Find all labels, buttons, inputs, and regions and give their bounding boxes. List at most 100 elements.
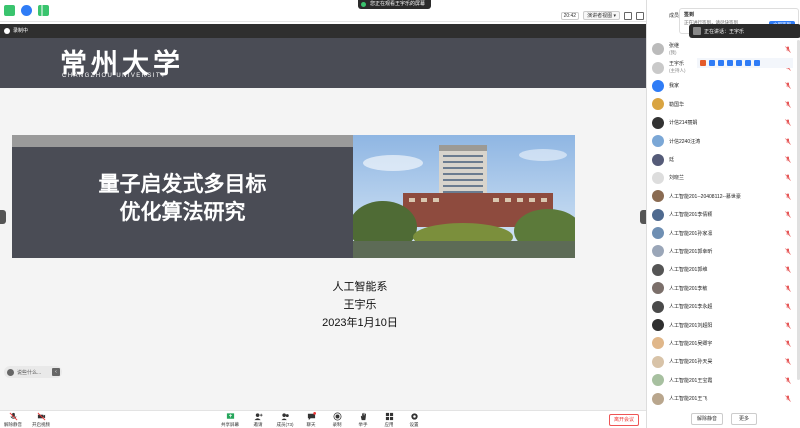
participant-row[interactable]: 人工智能201李倩颖	[647, 206, 800, 224]
raise-hand-label: 举手	[358, 422, 368, 427]
participant-role: (主持人)	[669, 68, 686, 74]
members-button[interactable]: 成员(73)	[272, 412, 298, 428]
muted-mic-icon[interactable]	[785, 174, 791, 182]
participant-row[interactable]: 张继 (我)	[647, 40, 800, 58]
participant-list[interactable]: 张继 (我) 王宇乐 (主持人) 我家 勒国华 计信214丽娟 计信2240汪涛廷刘晓兰 人工智…	[647, 40, 800, 408]
top-left-icons	[4, 5, 49, 16]
left-collapse-handle[interactable]	[0, 210, 6, 224]
participant-name: 廷	[669, 157, 675, 164]
chat-button[interactable]: 聊天	[298, 412, 324, 428]
participant-row[interactable]: 刘晓兰	[647, 169, 800, 187]
chat-label: 聊天	[306, 422, 316, 427]
security-shield-icon[interactable]	[21, 5, 32, 16]
meeting-info-icon[interactable]	[4, 5, 15, 16]
signal-icon[interactable]	[38, 5, 49, 16]
view-switch-button[interactable]: 演讲者视图 ▾	[583, 11, 620, 20]
ime-logo-icon[interactable]	[700, 60, 706, 66]
window-mode-icon[interactable]	[624, 11, 632, 20]
participant-row[interactable]: 计信2240汪涛	[647, 132, 800, 150]
participant-row[interactable]: 人工智能201郭维	[647, 261, 800, 279]
muted-mic-icon[interactable]	[785, 340, 791, 347]
muted-mic-icon[interactable]	[785, 285, 791, 292]
muted-mic-icon[interactable]	[785, 377, 791, 384]
top-right-controls: 20:42 演讲者视图 ▾	[560, 11, 644, 20]
participant-avatar	[652, 98, 664, 111]
ime-punctuation-icon[interactable]	[718, 60, 724, 66]
unmute-button[interactable]: 解除静音	[0, 412, 26, 428]
participant-name: 张继	[669, 43, 680, 49]
participant-row[interactable]: 勒国华	[647, 95, 800, 113]
unmute-all-button[interactable]: 解除静音	[691, 413, 723, 425]
raise-hand-button[interactable]: 举手	[350, 412, 376, 428]
slide-title: 量子启发式多目标 优化算法研究	[12, 171, 353, 227]
participant-row[interactable]: 人工智能201李敏	[647, 279, 800, 297]
gear-icon	[410, 413, 418, 420]
record-button[interactable]: 录制	[324, 412, 350, 428]
participant-name: 人工智能201李倩颖	[669, 212, 713, 219]
ime-language-icon[interactable]	[709, 60, 715, 66]
muted-mic-icon[interactable]	[785, 193, 791, 200]
participant-row[interactable]: 人工智能201王飞	[647, 389, 800, 407]
muted-mic-icon[interactable]	[785, 101, 791, 108]
participant-row[interactable]: 廷	[647, 150, 800, 168]
muted-mic-icon[interactable]	[785, 229, 791, 237]
muted-mic-icon[interactable]	[785, 119, 791, 126]
muted-mic-icon[interactable]	[785, 156, 791, 163]
share-screen-button[interactable]: 共享屏幕	[217, 412, 243, 428]
muted-mic-icon[interactable]	[785, 45, 791, 53]
muted-mic-icon[interactable]	[785, 211, 791, 218]
participant-name: 我家	[669, 83, 680, 90]
more-button[interactable]: 更多	[731, 413, 757, 425]
participant-row[interactable]: 人工智能201吴卿宇	[647, 334, 800, 352]
members-label: 成员(73)	[276, 422, 294, 427]
ime-skin-icon[interactable]	[745, 60, 751, 66]
participant-row[interactable]: 人工智能201李永超	[647, 297, 800, 315]
muted-mic-icon[interactable]	[785, 82, 791, 90]
ime-toolbox-icon[interactable]	[754, 60, 760, 66]
participant-row[interactable]: 计信214丽娟	[647, 114, 800, 132]
muted-mic-icon[interactable]	[785, 137, 791, 145]
apps-label: 应用	[384, 422, 394, 427]
record-label: 录制	[332, 422, 342, 427]
emoji-icon[interactable]	[7, 368, 14, 376]
leave-meeting-button[interactable]: 离开会议	[609, 414, 639, 426]
participant-row[interactable]: 人工智能201孙天昊	[647, 353, 800, 371]
title-line-2: 优化算法研究	[119, 201, 246, 224]
muted-mic-icon[interactable]	[785, 395, 791, 402]
campus-building-photo	[353, 135, 575, 258]
title-block: 量子启发式多目标 优化算法研究	[12, 135, 353, 258]
participant-row[interactable]: 人工智能201郭幸昕	[647, 242, 800, 260]
slide-department: 人工智能系	[332, 281, 388, 293]
participant-row[interactable]: 我家	[647, 77, 800, 95]
participant-row[interactable]: 人工智能201--20408112--慕世豪	[647, 187, 800, 205]
university-logo-en: CHANGZHOU UNIVERSITY	[62, 73, 167, 79]
title-stripe	[12, 135, 353, 147]
muted-mic-icon[interactable]	[785, 266, 791, 274]
collapse-reaction-icon[interactable]: ‹	[52, 368, 60, 376]
reaction-input-bar[interactable]: 说些什么... ‹	[4, 366, 62, 378]
ime-voice-icon[interactable]	[727, 60, 733, 66]
fullscreen-icon[interactable]	[636, 11, 644, 20]
muted-mic-icon[interactable]	[785, 303, 791, 310]
ime-keyboard-icon[interactable]	[736, 60, 742, 66]
invite-button[interactable]: 邀请	[245, 412, 271, 428]
video-off-icon	[37, 412, 45, 421]
muted-mic-icon[interactable]	[785, 248, 791, 255]
muted-mic-icon[interactable]	[785, 358, 791, 366]
reaction-placeholder: 说些什么...	[17, 369, 42, 376]
participant-avatar	[652, 263, 664, 276]
participant-row[interactable]: 人工智能201王宝霞	[647, 371, 800, 389]
participant-row[interactable]: 人工智能201刘超阳	[647, 316, 800, 334]
participant-avatar	[652, 355, 664, 368]
participant-row[interactable]: 人工智能201孙家凛	[647, 224, 800, 242]
settings-button[interactable]: 设置	[401, 412, 427, 428]
raise-hand-icon	[360, 412, 366, 421]
share-banner-text: 您正在观看王宇乐的屏幕	[370, 1, 426, 7]
input-method-toolbar[interactable]	[697, 58, 793, 68]
unmute-label: 解除静音	[4, 422, 22, 427]
apps-button[interactable]: 应用	[376, 412, 402, 428]
start-video-button[interactable]: 开启视频	[28, 412, 54, 428]
share-banner: 您正在观看王宇乐的屏幕	[358, 0, 432, 9]
muted-mic-icon[interactable]	[785, 321, 791, 329]
recording-indicator[interactable]: 录制中	[4, 27, 28, 34]
